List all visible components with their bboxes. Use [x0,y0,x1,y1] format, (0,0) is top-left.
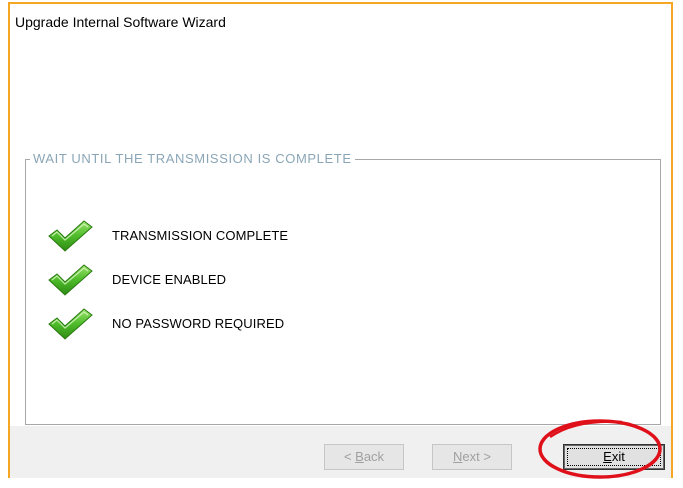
next-button-rest: ext [462,449,480,464]
wizard-window: Upgrade Internal Software Wizard WAIT UN… [8,2,673,478]
status-label: TRANSMISSION COMPLETE [112,228,289,243]
next-button-mnemonic: N [453,449,463,464]
wizard-footer: < Back Next > Exit [10,426,671,478]
back-button-prefix: < [343,449,356,464]
next-button-suffix: > [479,449,491,464]
transmission-status-group: WAIT UNTIL THE TRANSMISSION IS COMPLETE … [25,150,661,425]
back-button[interactable]: < Back [324,444,404,470]
exit-button-focus-rect: Exit [567,448,661,466]
group-legend: WAIT UNTIL THE TRANSMISSION IS COMPLETE [30,150,355,168]
green-check-icon [48,220,93,252]
green-check-icon [48,264,93,296]
status-label: DEVICE ENABLED [112,272,227,287]
status-label: NO PASSWORD REQUIRED [112,316,285,331]
exit-button-mnemonic: E [603,449,612,464]
next-button[interactable]: Next > [432,444,512,470]
back-button-mnemonic: B [355,449,364,464]
status-item: DEVICE ENABLED [46,262,646,298]
exit-button-rest: xit [611,449,625,464]
status-item: NO PASSWORD REQUIRED [46,306,646,342]
back-button-rest: ack [363,449,385,464]
exit-button[interactable]: Exit [563,444,665,470]
window-title: Upgrade Internal Software Wizard [15,14,226,30]
green-check-icon [48,308,93,340]
status-item: TRANSMISSION COMPLETE [46,218,646,254]
